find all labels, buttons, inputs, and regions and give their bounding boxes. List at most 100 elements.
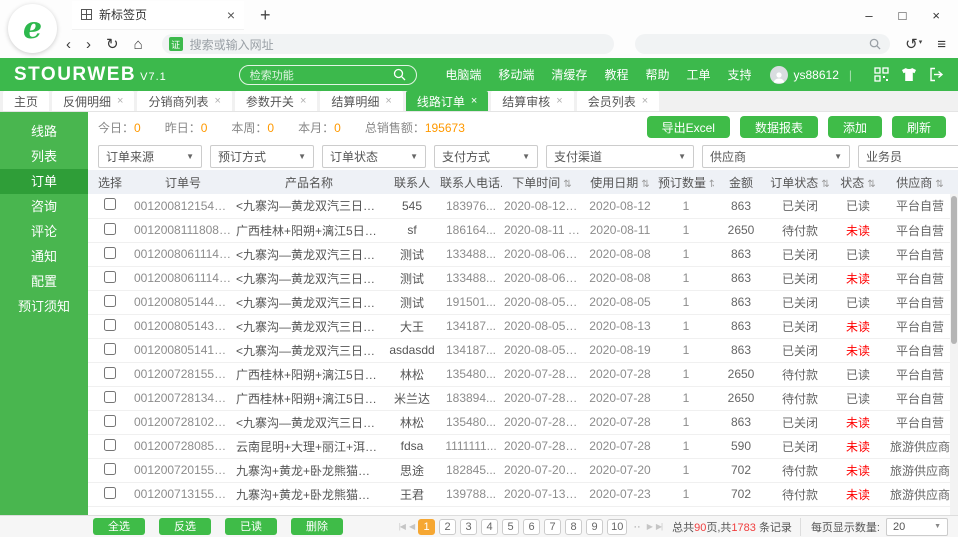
footer-button-已读[interactable]: 已读	[225, 518, 277, 535]
menu-item-工单[interactable]: 工单	[686, 66, 710, 83]
menu-item-移动端[interactable]: 移动端	[498, 66, 534, 83]
filter-dropdown-支付渠道[interactable]: 支付渠道▼	[546, 145, 694, 168]
app-search-box[interactable]: 检索功能	[239, 65, 417, 85]
first-page-icon[interactable]: |◀	[399, 522, 405, 531]
close-icon[interactable]: ×	[385, 95, 391, 107]
action-button-数据报表[interactable]: 数据报表	[740, 116, 818, 138]
menu-item-清缓存[interactable]: 清缓存	[551, 66, 587, 83]
url-bar[interactable]: 证 搜索或输入网址	[162, 34, 614, 54]
page-tab-反佣明细[interactable]: 反佣明细×	[52, 91, 134, 111]
page-tab-会员列表[interactable]: 会员列表×	[577, 91, 659, 111]
page-number-4[interactable]: 4	[481, 519, 498, 535]
filter-dropdown-业务员[interactable]: 业务员▼	[858, 145, 958, 168]
page-number-10[interactable]: 10	[607, 519, 627, 535]
sidebar-item-配置[interactable]: 配置	[0, 269, 88, 294]
last-page-icon[interactable]: ▶|	[656, 522, 662, 531]
filter-dropdown-预订方式[interactable]: 预订方式▼	[210, 145, 314, 168]
row-checkbox[interactable]	[104, 198, 116, 210]
row-checkbox[interactable]	[104, 391, 116, 403]
close-icon[interactable]: ×	[556, 95, 562, 107]
page-tab-线路订单[interactable]: 线路订单×	[406, 91, 488, 111]
prev-page-icon[interactable]: ◀	[409, 522, 414, 531]
theme-shirt-icon[interactable]	[901, 67, 917, 82]
column-header-使用日期[interactable]: 使用日期⇅	[582, 170, 658, 194]
footer-button-删除[interactable]: 删除	[291, 518, 343, 535]
close-icon[interactable]: ×	[117, 95, 123, 107]
row-checkbox[interactable]	[104, 247, 116, 259]
filter-dropdown-支付方式[interactable]: 支付方式▼	[434, 145, 538, 168]
close-icon[interactable]: ×	[471, 95, 477, 107]
column-header-供应商[interactable]: 供应商⇅	[884, 170, 956, 194]
per-page-select[interactable]: 20▼	[886, 518, 948, 536]
row-checkbox[interactable]	[104, 463, 116, 475]
row-checkbox[interactable]	[104, 415, 116, 427]
undo-icon[interactable]: ↺▾	[905, 37, 922, 52]
column-header-状态[interactable]: 状态⇅	[832, 170, 884, 194]
row-checkbox[interactable]	[104, 439, 116, 451]
user-account[interactable]: ys88612	[770, 66, 839, 84]
menu-item-帮助[interactable]: 帮助	[645, 66, 669, 83]
browser-tab[interactable]: 新标签页 ×	[72, 1, 244, 30]
page-tab-参数开关[interactable]: 参数开关×	[235, 91, 317, 111]
page-number-3[interactable]: 3	[460, 519, 477, 535]
close-icon[interactable]: ×	[300, 95, 306, 107]
back-icon[interactable]: ‹	[66, 37, 71, 52]
sidebar-item-通知[interactable]: 通知	[0, 244, 88, 269]
action-button-添加[interactable]: 添加	[828, 116, 882, 138]
page-number-5[interactable]: 5	[502, 519, 519, 535]
close-icon[interactable]: ×	[214, 95, 220, 107]
menu-icon[interactable]: ≡	[937, 37, 946, 52]
minimize-button[interactable]: –	[865, 8, 872, 23]
sidebar-item-评论[interactable]: 评论	[0, 219, 88, 244]
filter-dropdown-订单状态[interactable]: 订单状态▼	[322, 145, 426, 168]
page-number-1[interactable]: 1	[418, 519, 435, 535]
page-number-6[interactable]: 6	[523, 519, 540, 535]
sidebar-item-线路[interactable]: 线路	[0, 119, 88, 144]
row-checkbox[interactable]	[104, 343, 116, 355]
browser-logo-icon[interactable]: e	[8, 4, 57, 53]
page-tab-结算审核[interactable]: 结算审核×	[491, 91, 573, 111]
page-number-9[interactable]: 9	[586, 519, 603, 535]
sidebar-item-预订须知[interactable]: 预订须知	[0, 294, 88, 319]
footer-button-全选[interactable]: 全选	[93, 518, 145, 535]
sidebar-item-订单[interactable]: 订单	[0, 169, 88, 194]
page-number-7[interactable]: 7	[544, 519, 561, 535]
menu-item-支持[interactable]: 支持	[727, 66, 751, 83]
menu-item-教程[interactable]: 教程	[604, 66, 628, 83]
filter-dropdown-供应商[interactable]: 供应商▼	[702, 145, 850, 168]
page-tab-主页[interactable]: 主页	[3, 91, 49, 111]
qr-code-icon[interactable]	[874, 67, 889, 82]
row-checkbox[interactable]	[104, 295, 116, 307]
new-tab-button[interactable]: +	[260, 5, 271, 26]
sidebar-item-列表[interactable]: 列表	[0, 144, 88, 169]
row-checkbox[interactable]	[104, 271, 116, 283]
footer-button-反选[interactable]: 反选	[159, 518, 211, 535]
action-button-导出Excel[interactable]: 导出Excel	[647, 116, 730, 138]
action-button-刷新[interactable]: 刷新	[892, 116, 946, 138]
close-icon[interactable]: ×	[642, 95, 648, 107]
row-checkbox[interactable]	[104, 367, 116, 379]
page-number-8[interactable]: 8	[565, 519, 582, 535]
column-header-预订数量[interactable]: 预订数量⇅	[658, 170, 714, 194]
filter-dropdown-订单来源[interactable]: 订单来源▼	[98, 145, 202, 168]
close-icon[interactable]: ×	[227, 7, 235, 23]
home-icon[interactable]: ⌂	[134, 37, 143, 52]
browser-search-box[interactable]	[635, 34, 891, 54]
page-tab-分销商列表[interactable]: 分销商列表×	[137, 91, 231, 111]
row-checkbox[interactable]	[104, 319, 116, 331]
column-header-下单时间[interactable]: 下单时间⇅	[502, 170, 582, 194]
close-window-button[interactable]: ×	[932, 8, 940, 23]
column-header-订单状态[interactable]: 订单状态⇅	[768, 170, 832, 194]
page-number-2[interactable]: 2	[439, 519, 456, 535]
maximize-button[interactable]: □	[899, 8, 907, 23]
reload-icon[interactable]: ↻	[106, 37, 119, 52]
sidebar-item-咨询[interactable]: 咨询	[0, 194, 88, 219]
logout-icon[interactable]	[929, 67, 944, 82]
row-checkbox[interactable]	[104, 487, 116, 499]
menu-item-电脑端[interactable]: 电脑端	[445, 66, 481, 83]
forward-icon[interactable]: ›	[86, 37, 91, 52]
row-checkbox[interactable]	[104, 223, 116, 235]
page-tab-结算明细[interactable]: 结算明细×	[320, 91, 402, 111]
scrollbar-thumb[interactable]	[951, 196, 957, 344]
next-page-icon[interactable]: ▶	[647, 522, 652, 531]
